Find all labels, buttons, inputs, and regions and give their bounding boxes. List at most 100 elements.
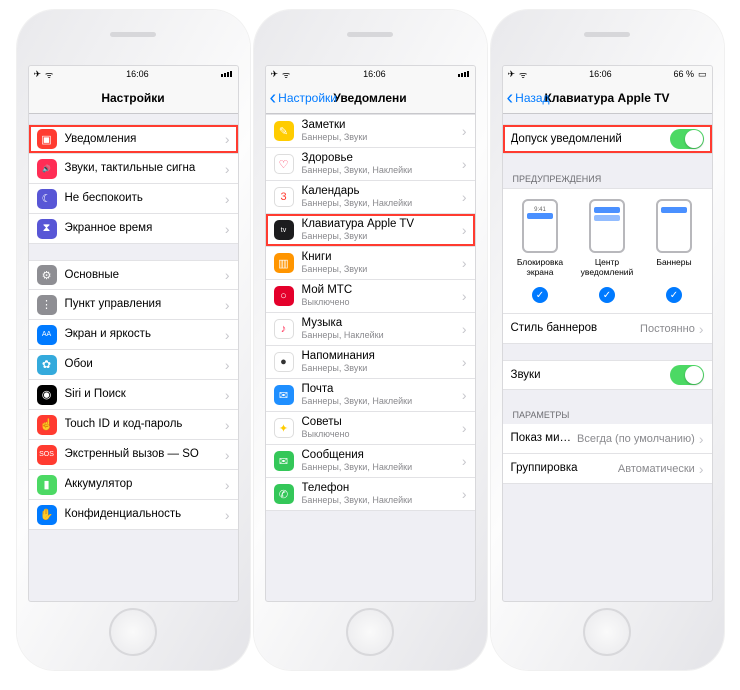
app-icon: ☾	[37, 189, 57, 209]
status-time: 16:06	[363, 69, 386, 79]
chevron-icon: ›	[462, 486, 467, 502]
row-label: Клавиатура Apple TV	[302, 218, 458, 231]
settings-row[interactable]: 3КалендарьБаннеры, Звуки, Наклейки›	[266, 181, 475, 214]
settings-row[interactable]: ✿Обои›	[29, 350, 238, 380]
chevron-icon: ›	[699, 431, 704, 447]
app-icon: ✉	[274, 385, 294, 405]
settings-row[interactable]: ▣Уведомления›	[29, 124, 238, 154]
check-banner[interactable]: ✓	[666, 287, 682, 303]
alert-banners[interactable]: Баннеры	[641, 199, 707, 277]
phone-settings: ✈ ᯤ 16:06 Настройки ▣Уведомления›🔊Звуки,…	[17, 10, 250, 670]
chevron-icon: ›	[225, 327, 230, 343]
settings-row[interactable]: ○Мой МТСВыключено›	[266, 280, 475, 313]
row-label: Здоровье	[302, 152, 458, 165]
app-icon: ●	[274, 352, 294, 372]
app-icon: ▮	[37, 475, 57, 495]
row-sounds[interactable]: Звуки	[503, 360, 712, 390]
check-center[interactable]: ✓	[599, 287, 615, 303]
page-title: Настройки	[101, 91, 164, 105]
settings-row[interactable]: ⧗Экранное время›	[29, 214, 238, 244]
row-label: Не беспокоить	[65, 192, 221, 205]
banner-style-value: Постоянно	[640, 323, 695, 335]
navbar: Настройки	[29, 82, 238, 114]
row-grouping[interactable]: Группировка Автоматически ›	[503, 454, 712, 484]
settings-row[interactable]: SOSЭкстренный вызов — SO›	[29, 440, 238, 470]
params-header: ПАРАМЕТРЫ	[503, 406, 712, 424]
row-preview[interactable]: Показ миниатюр Всегда (по умолчанию) ›	[503, 424, 712, 454]
settings-row[interactable]: ⋮Пункт управления›	[29, 290, 238, 320]
row-label: Книги	[302, 251, 458, 264]
row-subtitle: Баннеры, Звуки	[302, 132, 458, 143]
row-label: Сообщения	[302, 449, 458, 462]
settings-row[interactable]: tvКлавиатура Apple TVБаннеры, Звуки›	[266, 214, 475, 247]
app-icon: ✦	[274, 418, 294, 438]
app-icon: SOS	[37, 445, 57, 465]
phone-notifications: ✈ ᯤ 16:06 Настройки Уведомлени ✎ЗаметкиБ…	[254, 10, 487, 670]
chevron-icon: ›	[225, 507, 230, 523]
toggle-allow[interactable]	[670, 129, 704, 149]
settings-row[interactable]: ✆ТелефонБаннеры, Звуки, Наклейки›	[266, 478, 475, 511]
alert-types: 9:41 Блокировка экрана Центр уведомлений…	[503, 188, 712, 314]
alerts-header: ПРЕДУПРЕЖДЕНИЯ	[503, 170, 712, 188]
settings-row[interactable]: ☝Touch ID и код-пароль›	[29, 410, 238, 440]
settings-row[interactable]: ✉СообщенияБаннеры, Звуки, Наклейки›	[266, 445, 475, 478]
row-subtitle: Баннеры, Звуки, Наклейки	[302, 198, 458, 209]
page-title: Клавиатура Apple TV	[544, 91, 669, 105]
settings-row[interactable]: ▥КнигиБаннеры, Звуки›	[266, 247, 475, 280]
chevron-icon: ›	[462, 387, 467, 403]
settings-row[interactable]: ♪МузыкаБаннеры, Наклейки›	[266, 313, 475, 346]
chevron-icon: ›	[462, 255, 467, 271]
app-icon: ▥	[274, 253, 294, 273]
phone-apple-tv-keyboard: ✈ ᯤ 16:06 66 % ▭ Назад Клавиатура Apple …	[491, 10, 724, 670]
chevron-icon: ›	[225, 191, 230, 207]
settings-row[interactable]: ♡ЗдоровьеБаннеры, Звуки, Наклейки›	[266, 148, 475, 181]
settings-row[interactable]: ⚙Основные›	[29, 260, 238, 290]
chevron-icon: ›	[462, 189, 467, 205]
settings-row[interactable]: ●НапоминанияБаннеры, Звуки›	[266, 346, 475, 379]
app-icon: ◉	[37, 385, 57, 405]
app-icon: 3	[274, 187, 294, 207]
app-icon: ☝	[37, 415, 57, 435]
chevron-icon: ›	[225, 417, 230, 433]
chevron-icon: ›	[462, 453, 467, 469]
alert-lock-screen[interactable]: 9:41 Блокировка экрана	[507, 199, 573, 277]
alert-notification-center[interactable]: Центр уведомлений	[574, 199, 640, 277]
settings-row[interactable]: ▮Аккумулятор›	[29, 470, 238, 500]
chevron-icon: ›	[225, 131, 230, 147]
settings-row[interactable]: ◉Siri и Поиск›	[29, 380, 238, 410]
row-banner-style[interactable]: Стиль баннеров Постоянно ›	[503, 314, 712, 344]
row-label: Экранное время	[65, 222, 221, 235]
toggle-sounds[interactable]	[670, 365, 704, 385]
settings-row[interactable]: ✋Конфиденциальность›	[29, 500, 238, 530]
chevron-icon: ›	[462, 420, 467, 436]
settings-row[interactable]: ✎ЗаметкиБаннеры, Звуки›	[266, 114, 475, 148]
preview-value: Всегда (по умолчанию)	[577, 433, 695, 445]
row-subtitle: Баннеры, Звуки, Наклейки	[302, 462, 458, 473]
app-icon: ♡	[274, 154, 294, 174]
row-allow-notifications[interactable]: Допуск уведомлений	[503, 124, 712, 154]
back-button[interactable]: Настройки	[270, 91, 338, 105]
settings-row[interactable]: ✦СоветыВыключено›	[266, 412, 475, 445]
row-label: Напоминания	[302, 350, 458, 363]
chevron-icon: ›	[462, 354, 467, 370]
app-icon: ✆	[274, 484, 294, 504]
row-label: Пункт управления	[65, 298, 221, 311]
chevron-icon: ›	[462, 222, 467, 238]
settings-row[interactable]: ☾ Не беспокоить ›	[29, 184, 238, 214]
row-label: Конфиденциальность	[65, 508, 221, 521]
row-label: Уведомления	[65, 133, 221, 146]
status-bar: ✈ ᯤ 16:06	[266, 66, 475, 82]
row-subtitle: Выключено	[302, 297, 458, 308]
settings-row[interactable]: 🔊Звуки, тактильные сигна›	[29, 154, 238, 184]
check-lock[interactable]: ✓	[532, 287, 548, 303]
app-icon: ⚙	[37, 265, 57, 285]
row-label: Почта	[302, 383, 458, 396]
chevron-icon: ›	[462, 321, 467, 337]
back-button[interactable]: Назад	[507, 91, 550, 105]
settings-row[interactable]: ✉ПочтаБаннеры, Звуки, Наклейки›	[266, 379, 475, 412]
row-subtitle: Баннеры, Наклейки	[302, 330, 458, 341]
row-label: Мой МТС	[302, 284, 458, 297]
status-bar: ✈ ᯤ 16:06	[29, 66, 238, 82]
app-icon: ✿	[37, 355, 57, 375]
settings-row[interactable]: AAЭкран и яркость›	[29, 320, 238, 350]
